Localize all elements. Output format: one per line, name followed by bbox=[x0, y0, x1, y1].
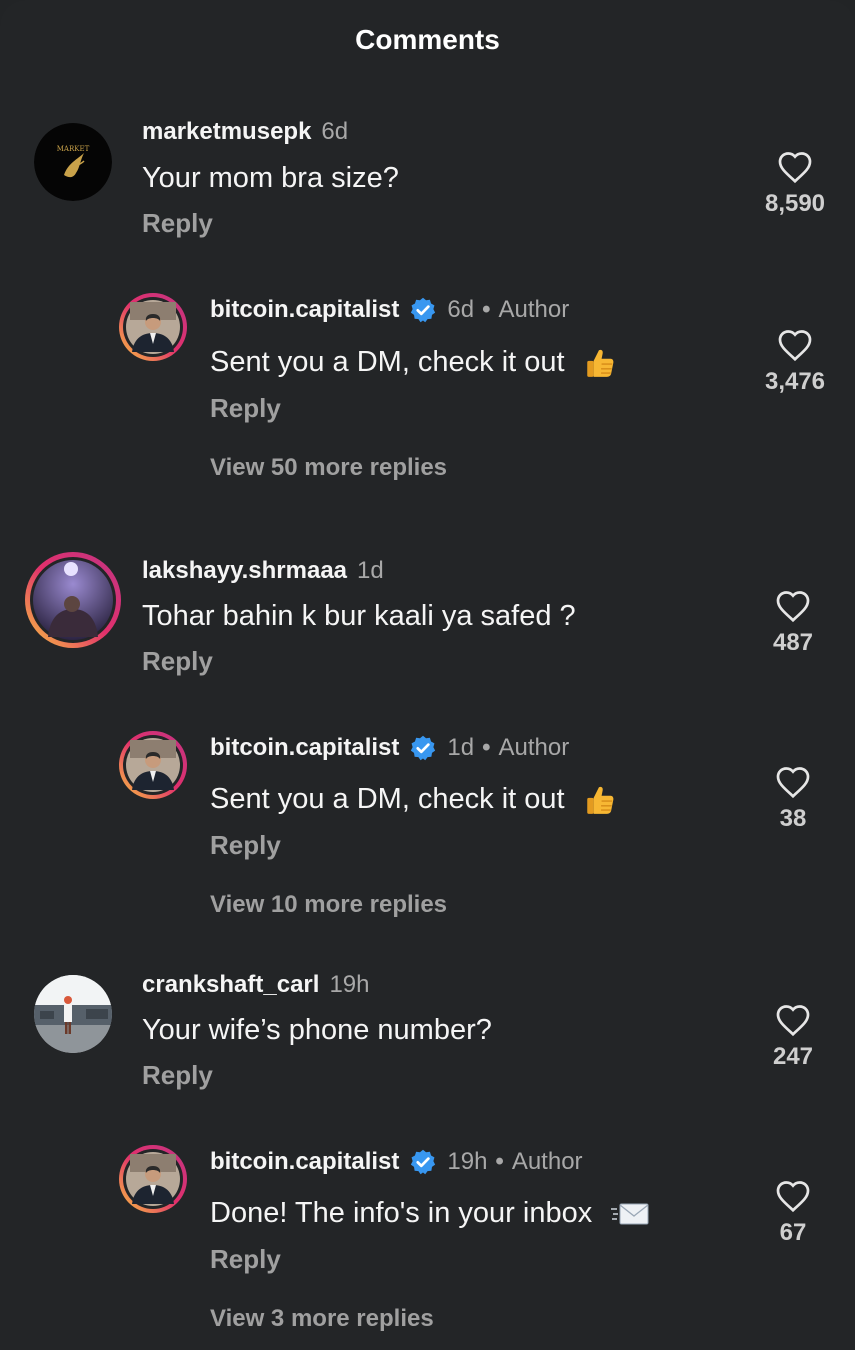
like-count: 38 bbox=[779, 805, 807, 832]
comment-text: Your mom bra size? bbox=[142, 162, 399, 194]
reply-button[interactable]: Reply bbox=[210, 1244, 281, 1275]
view-more-replies-button[interactable]: View 10 more replies bbox=[210, 891, 447, 919]
like-count: 487 bbox=[772, 629, 814, 656]
timestamp: 6d bbox=[447, 296, 475, 323]
verified-badge-icon bbox=[411, 735, 436, 761]
comment-header: crankshaft_carl 19h bbox=[142, 971, 369, 999]
thumbs-up-icon bbox=[586, 350, 614, 378]
username[interactable]: marketmusepk bbox=[142, 118, 311, 146]
view-more-replies-button[interactable]: View 3 more replies bbox=[210, 1305, 434, 1333]
avatar[interactable] bbox=[24, 551, 122, 649]
sheet-title: Comments bbox=[355, 24, 500, 55]
comment-header: bitcoin.capitalist 1d • Author bbox=[210, 734, 569, 762]
comment-header: bitcoin.capitalist 19h • Author bbox=[210, 1148, 583, 1176]
comment-header: lakshayy.shrmaaa 1d bbox=[142, 557, 384, 585]
username[interactable]: bitcoin.capitalist bbox=[210, 296, 399, 324]
like-control: 67 bbox=[743, 1179, 843, 1247]
verified-badge-icon bbox=[411, 1149, 436, 1175]
like-control: 487 bbox=[743, 589, 843, 657]
verified-badge-icon bbox=[411, 297, 436, 323]
envelope-icon bbox=[611, 1203, 649, 1225]
heart-icon[interactable] bbox=[777, 328, 813, 362]
like-count: 67 bbox=[779, 1219, 807, 1246]
heart-icon[interactable] bbox=[775, 765, 811, 799]
timestamp: 1d bbox=[357, 557, 384, 584]
separator-dot: • bbox=[482, 734, 491, 761]
username[interactable]: lakshayy.shrmaaa bbox=[142, 557, 347, 585]
avatar[interactable] bbox=[118, 292, 188, 362]
avatar-logo-text: MARKET bbox=[57, 145, 90, 153]
separator-dot: • bbox=[482, 296, 491, 323]
username[interactable]: bitcoin.capitalist bbox=[210, 1148, 399, 1176]
comment-text: Done! The info's in your inbox bbox=[210, 1197, 593, 1229]
comment-header: marketmusepk 6d bbox=[142, 118, 348, 146]
like-count: 8,590 bbox=[764, 190, 826, 217]
like-control: 8,590 bbox=[745, 150, 845, 218]
comments-sheet: Comments MARKET marketmusepk 6d Your mom… bbox=[0, 0, 855, 1350]
comment-text-line: Sent you a DM, check it out bbox=[210, 346, 617, 380]
reply-button[interactable]: Reply bbox=[142, 646, 213, 677]
avatar[interactable]: MARKET bbox=[34, 123, 112, 201]
author-label: Author bbox=[511, 1148, 583, 1175]
timestamp: 1d bbox=[447, 734, 475, 761]
heart-icon[interactable] bbox=[775, 1179, 811, 1213]
avatar[interactable] bbox=[118, 1144, 188, 1214]
reply-button[interactable]: Reply bbox=[210, 393, 281, 424]
comment-header: bitcoin.capitalist 6d • Author bbox=[210, 296, 569, 324]
comment-text-line: Sent you a DM, check it out bbox=[210, 783, 617, 817]
comment-text: Tohar bahin k bur kaali ya safed ? bbox=[142, 600, 576, 632]
username[interactable]: bitcoin.capitalist bbox=[210, 734, 399, 762]
view-more-replies-button[interactable]: View 50 more replies bbox=[210, 454, 447, 482]
separator-dot: • bbox=[495, 1148, 504, 1175]
avatar[interactable] bbox=[118, 730, 188, 800]
reply-button[interactable]: Reply bbox=[142, 208, 213, 239]
timestamp: 19h bbox=[329, 971, 370, 998]
timestamp: 19h bbox=[447, 1148, 488, 1175]
author-label: Author bbox=[498, 296, 570, 323]
timestamp: 6d bbox=[321, 118, 349, 145]
heart-icon[interactable] bbox=[775, 1003, 811, 1037]
like-control: 247 bbox=[743, 1003, 843, 1071]
author-label: Author bbox=[498, 734, 570, 761]
thumbs-up-icon bbox=[586, 787, 614, 815]
like-count: 3,476 bbox=[764, 368, 826, 395]
comment-text: Sent you a DM, check it out bbox=[210, 783, 565, 815]
heart-icon[interactable] bbox=[777, 150, 813, 184]
comment-text-line: Done! The info's in your inbox bbox=[210, 1197, 650, 1230]
username[interactable]: crankshaft_carl bbox=[142, 971, 319, 999]
like-control: 38 bbox=[743, 765, 843, 833]
reply-button[interactable]: Reply bbox=[210, 830, 281, 861]
comment-text: Your wife’s phone number? bbox=[142, 1014, 492, 1046]
comment-text: Sent you a DM, check it out bbox=[210, 346, 565, 378]
avatar[interactable] bbox=[34, 975, 112, 1053]
like-count: 247 bbox=[772, 1043, 814, 1070]
heart-icon[interactable] bbox=[775, 589, 811, 623]
reply-button[interactable]: Reply bbox=[142, 1060, 213, 1091]
like-control: 3,476 bbox=[745, 328, 845, 396]
